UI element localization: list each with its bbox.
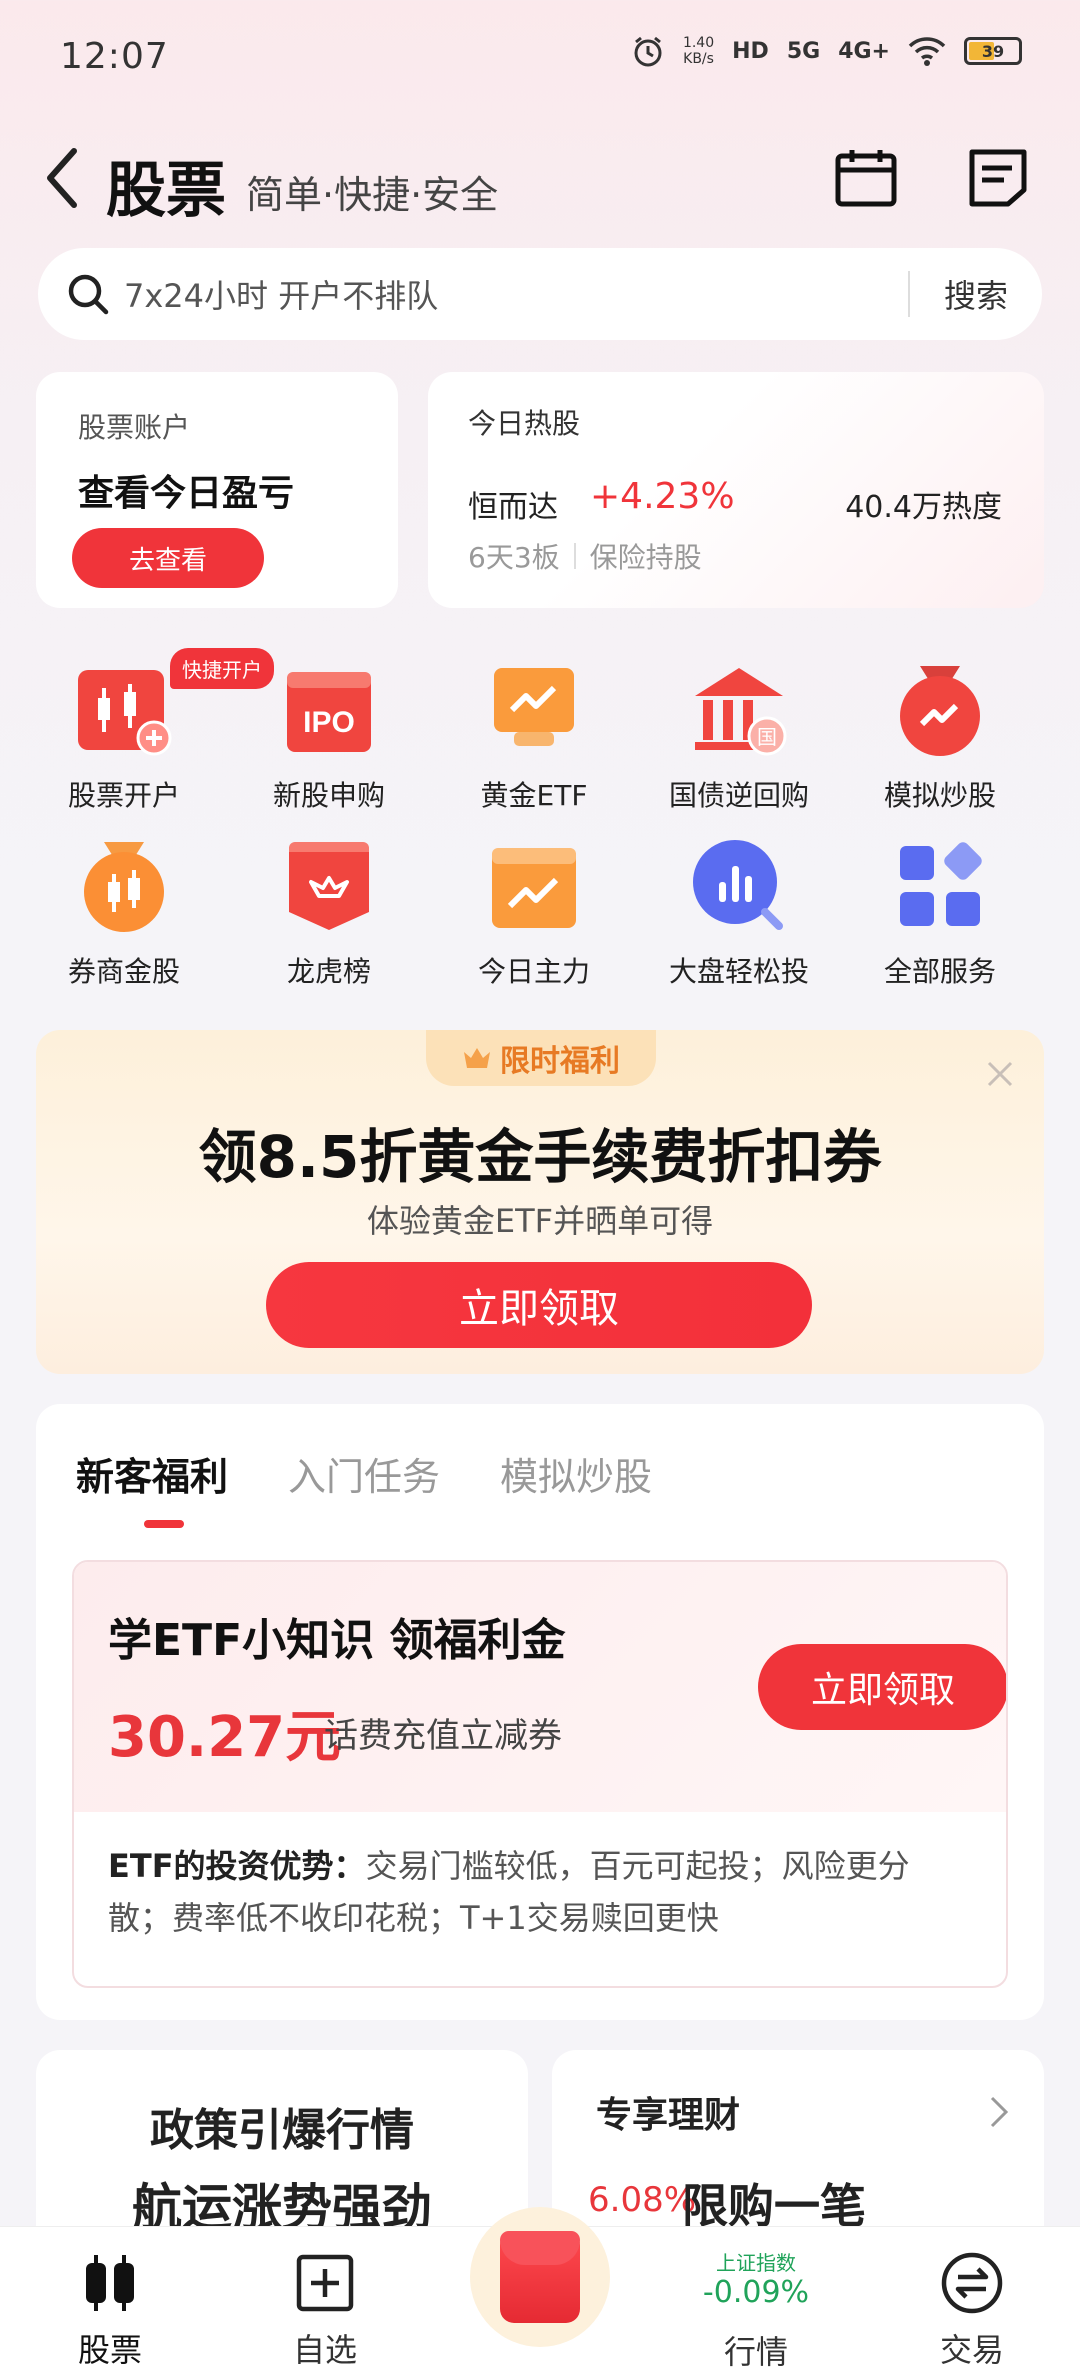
service-label: 全部服务 — [883, 955, 996, 988]
broker-stock-icon — [74, 836, 174, 936]
nav-stocks[interactable]: 股票 — [30, 2227, 190, 2376]
hot-stock-name: 恒而达 — [468, 490, 558, 525]
policy-line-1: 政策引爆行情 — [150, 2105, 414, 2156]
red-packet-button[interactable] — [470, 2207, 610, 2347]
service-simulated-trading[interactable]: 模拟炒股 — [840, 660, 1040, 814]
page-title: 股票 — [106, 156, 226, 226]
nav-market[interactable]: 上证指数 -0.09% 行情 — [676, 2227, 836, 2376]
finance-rate: 6.08% — [588, 2180, 697, 2220]
gold-etf-icon — [484, 660, 584, 760]
account-label: 股票账户 — [78, 411, 191, 444]
hot-stock-tag: 保险持股 — [589, 541, 702, 574]
limited-offer-tab: 限时福利 — [426, 1030, 656, 1086]
service-treasury-repo[interactable]: 国 国债逆回购 — [639, 660, 839, 814]
offer-amount-note: 话费充值立减券 — [324, 1716, 562, 1756]
net-speed: 1.40 KB/s — [682, 35, 715, 67]
hot-stock-change: +4.23% — [590, 476, 735, 517]
promo-subtitle: 体验黄金ETF并晒单可得 — [366, 1202, 714, 1240]
hot-stock-card[interactable]: 今日热股 恒而达 +4.23% 40.4万热度 6天3板 保险持股 — [428, 372, 1044, 608]
notes-icon[interactable] — [966, 146, 1030, 210]
hot-stock-meta: 6天3板 保险持股 — [468, 536, 702, 576]
market-invest-icon — [689, 836, 789, 936]
service-label: 今日主力 — [477, 955, 590, 988]
status-time: 12:07 — [60, 36, 169, 77]
hd-indicator: HD — [732, 38, 769, 64]
service-stock-account-open[interactable]: 快捷开户 股票开户 — [24, 648, 274, 814]
svg-text:IPO: IPO — [303, 706, 355, 739]
all-services-icon — [890, 836, 990, 936]
service-label: 券商金股 — [67, 955, 180, 988]
bottom-nav: 股票 自选 上证指数 -0.09% 行情 交易 — [0, 2207, 1080, 2376]
service-label: 龙虎榜 — [286, 955, 371, 988]
view-account-button[interactable]: 去查看 — [72, 528, 264, 588]
quick-open-badge: 快捷开户 — [170, 648, 274, 689]
crown-icon — [464, 1048, 490, 1068]
signal-4g: 4G+ — [838, 38, 890, 64]
hot-stock-streak: 6天3板 — [468, 541, 560, 574]
service-broker-golden-stocks[interactable]: 券商金股 — [24, 836, 224, 990]
new-user-welfare-card: 新客福利 入门任务 模拟炒股 学ETF小知识 领福利金 30.27元 话费充值立… — [36, 1404, 1044, 2020]
stocks-icon — [86, 2255, 134, 2311]
welfare-tabs: 新客福利 入门任务 模拟炒股 — [76, 1446, 652, 1501]
alarm-icon — [634, 36, 662, 67]
offer-claim-button[interactable]: 立即领取 — [758, 1644, 1006, 1730]
main-force-icon — [484, 836, 584, 936]
signal-5g: 5G — [786, 38, 821, 64]
finance-title: 专享理财 — [596, 2095, 741, 2136]
back-icon[interactable] — [40, 145, 84, 211]
service-market-easy-invest[interactable]: 大盘轻松投 — [639, 836, 839, 990]
add-watchlist-icon — [296, 2254, 354, 2312]
tab-new-user-welfare[interactable]: 新客福利 — [76, 1446, 228, 1501]
hot-stock-label: 今日热股 — [468, 407, 581, 440]
nav-watchlist[interactable]: 自选 — [245, 2227, 405, 2376]
battery-icon: 39 — [964, 37, 1022, 65]
trade-exchange-icon — [941, 2252, 1003, 2314]
calendar-icon[interactable] — [834, 146, 898, 210]
search-input[interactable]: 7x24小时 开户不排队 — [124, 271, 908, 317]
service-label: 模拟炒股 — [883, 779, 996, 812]
service-label: 国债逆回购 — [668, 779, 809, 812]
search-bar[interactable]: 7x24小时 开户不排队 搜索 — [38, 248, 1042, 340]
dragon-tiger-icon — [279, 836, 379, 936]
candlestick-icon: 快捷开户 — [74, 648, 274, 760]
service-all-services[interactable]: 全部服务 — [840, 836, 1040, 990]
treasury-icon: 国 — [689, 660, 789, 760]
offer-amount: 30.27元 — [108, 1705, 342, 1770]
service-label: 大盘轻松投 — [668, 955, 809, 988]
red-packet-icon — [500, 2231, 580, 2323]
service-gold-etf[interactable]: 黄金ETF — [434, 660, 634, 814]
claim-now-button[interactable]: 立即领取 — [266, 1262, 812, 1348]
promo-headline: 领8.5折黄金手续费折扣券 — [198, 1123, 882, 1191]
service-dragon-tiger-list[interactable]: 龙虎榜 — [229, 836, 429, 990]
market-index-value: -0.09% — [702, 2275, 810, 2310]
service-today-main-force[interactable]: 今日主力 — [434, 836, 634, 990]
chevron-right-icon — [990, 2096, 1009, 2128]
nav-trade[interactable]: 交易 — [892, 2227, 1052, 2376]
status-icons: 1.40 KB/s HD 5G 4G+ 39 — [631, 34, 1022, 68]
limited-offer-banner[interactable]: 限时福利 领8.5折黄金手续费折扣券 体验黄金ETF并晒单可得 立即领取 — [36, 1030, 1044, 1374]
hot-stock-heat: 40.4万热度 — [845, 490, 1002, 525]
offer-title: 学ETF小知识 领福利金 — [108, 1615, 566, 1666]
tab-starter-tasks[interactable]: 入门任务 — [288, 1446, 440, 1501]
wifi-icon — [908, 37, 946, 66]
close-icon[interactable] — [986, 1060, 1014, 1088]
search-button[interactable]: 搜索 — [910, 271, 1042, 317]
simulated-trading-icon — [890, 660, 990, 760]
etf-knowledge-offer[interactable]: 学ETF小知识 领福利金 30.27元 话费充值立减券 立即领取 ETF的投资优… — [72, 1560, 1008, 1988]
search-icon — [68, 274, 109, 315]
ipo-icon: IPO — [279, 660, 379, 760]
svg-text:国: 国 — [757, 725, 777, 749]
market-index-name: 上证指数 — [716, 2251, 796, 2275]
account-pnl-link: 查看今日盈亏 — [78, 473, 295, 514]
offer-description: ETF的投资优势：交易门槛较低，百元可起投；风险更分散；费率低不收印花税；T+1… — [108, 1847, 910, 1937]
active-tab-indicator — [144, 1520, 184, 1528]
service-label: 新股申购 — [272, 779, 385, 812]
tab-simulated-trading[interactable]: 模拟炒股 — [500, 1446, 652, 1501]
service-label: 股票开户 — [67, 779, 180, 812]
page-subtitle: 简单·快捷·安全 — [246, 173, 499, 217]
stock-account-card[interactable]: 股票账户 查看今日盈亏 去查看 — [36, 372, 398, 608]
service-label: 黄金ETF — [480, 779, 588, 812]
